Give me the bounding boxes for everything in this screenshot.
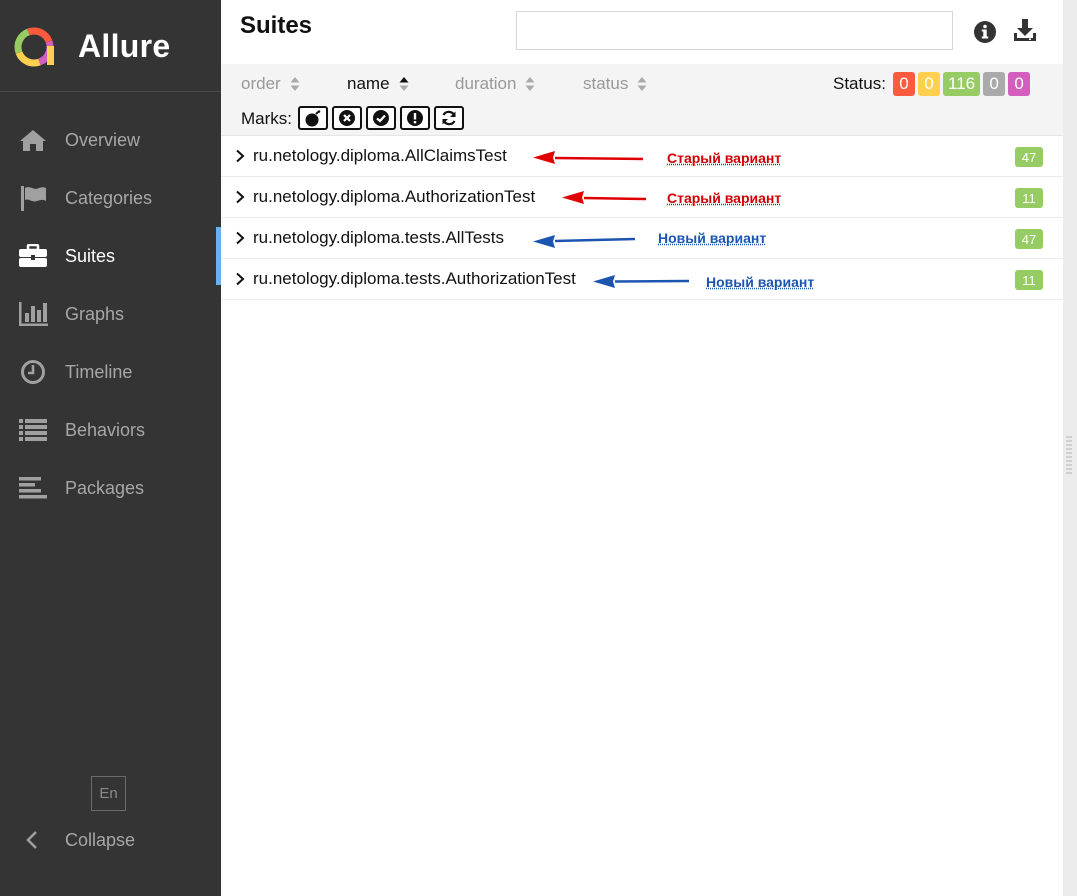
sorter-label: status [583, 74, 629, 93]
status-badge-skipped[interactable]: 0 [983, 72, 1006, 96]
status-badge-broken[interactable]: 0 [918, 72, 940, 96]
suite-name: ru.netology.diploma.tests.AuthorizationT… [253, 269, 576, 288]
suite-row[interactable]: ru.netology.diploma.tests.AllTests 47 [221, 218, 1063, 259]
bar-chart-icon [18, 299, 48, 329]
sidebar-item-label: Behaviors [65, 420, 146, 440]
suites-toolbar: order name duration status Status: 0 0 1… [221, 64, 1063, 136]
refresh-icon [442, 110, 456, 126]
sort-asc-icon [399, 77, 409, 91]
home-icon [18, 125, 48, 155]
sidebar-item-label: Categories [65, 188, 153, 208]
suite-name: ru.netology.diploma.AllClaimsTest [253, 146, 507, 165]
annotation-arrow-red [562, 191, 647, 204]
sort-duration[interactable]: duration [455, 74, 535, 94]
briefcase-icon [18, 241, 48, 271]
times-circle-icon [339, 110, 355, 126]
suite-name: ru.netology.diploma.tests.AllTests [253, 228, 505, 247]
mark-new-passed-button[interactable] [366, 106, 396, 130]
align-left-icon [18, 473, 48, 503]
suite-count-badge: 47 [1015, 229, 1043, 249]
sort-icon [637, 77, 647, 91]
annotation-arrow-blue [533, 235, 636, 248]
clock-icon [18, 357, 48, 387]
info-icon [974, 21, 996, 43]
sidebar-item-behaviors[interactable]: Behaviors [0, 401, 221, 459]
collapse-button[interactable]: Collapse [0, 820, 221, 860]
sorter-label: name [347, 74, 390, 93]
suite-name: ru.netology.diploma.AuthorizationTest [253, 187, 536, 206]
exclamation-circle-icon [407, 110, 423, 126]
info-button[interactable] [971, 18, 999, 46]
chevron-right-icon [236, 190, 245, 204]
download-icon [1014, 19, 1036, 41]
list-icon [18, 415, 48, 445]
sidebar-item-label: Graphs [65, 304, 125, 324]
chevron-right-icon [236, 272, 245, 286]
sidebar-item-label: Packages [65, 478, 145, 498]
page-title: Suites [240, 12, 313, 39]
collapse-label: Collapse [65, 830, 136, 850]
chevron-right-icon [236, 149, 245, 163]
sidebar-item-categories[interactable]: Categories [0, 169, 221, 227]
annotation-arrow-blue [593, 275, 690, 288]
download-button[interactable] [1011, 16, 1039, 44]
sort-status[interactable]: status [583, 74, 647, 94]
sort-order[interactable]: order [241, 74, 300, 94]
sidebar-item-timeline[interactable]: Timeline [0, 343, 221, 401]
marks-filter [298, 106, 464, 130]
main-content: Suites order name duration status Status… [221, 0, 1063, 896]
check-circle-icon [373, 110, 389, 126]
sorter-label: order [241, 74, 281, 93]
status-filter-badges: 0 0 116 0 0 [893, 72, 1031, 96]
mark-retries-button[interactable] [434, 106, 464, 130]
status-badge-failed[interactable]: 0 [893, 72, 915, 96]
suite-count-badge: 11 [1015, 188, 1043, 208]
sidebar-item-overview[interactable]: Overview [0, 111, 221, 169]
status-badge-unknown[interactable]: 0 [1008, 72, 1031, 96]
sidebar-item-label: Overview [65, 130, 141, 150]
annotation-label: Новый вариант [706, 274, 815, 290]
annotation-arrow-red [533, 151, 644, 164]
suite-count-badge: 47 [1015, 147, 1043, 167]
status-filter-label: Status: [833, 74, 886, 93]
sidebar: Allure Overview Categories Suites Graphs [0, 0, 221, 896]
flag-icon [18, 183, 48, 213]
annotation-label: Новый вариант [658, 230, 767, 246]
language-button[interactable]: En [91, 776, 126, 811]
chevron-left-icon [26, 831, 37, 849]
sidebar-item-label: Timeline [65, 362, 133, 382]
mark-flaky-button[interactable] [298, 106, 328, 130]
sidebar-item-packages[interactable]: Packages [0, 459, 221, 517]
sidebar-nav: Overview Categories Suites Graphs Timeli… [0, 111, 221, 517]
brand: Allure [0, 0, 221, 92]
mark-new-failed-button[interactable] [332, 106, 362, 130]
sort-icon [525, 77, 535, 91]
brand-name: Allure [78, 28, 171, 64]
suite-count-badge: 11 [1015, 270, 1043, 290]
allure-logo-icon [14, 27, 54, 67]
search-input[interactable] [516, 11, 953, 50]
annotation-label: Старый вариант [667, 190, 782, 206]
sort-name[interactable]: name [347, 74, 409, 94]
bomb-icon [305, 110, 321, 127]
annotation-label: Старый вариант [667, 150, 782, 166]
sidebar-item-graphs[interactable]: Graphs [0, 285, 221, 343]
mark-new-broken-button[interactable] [400, 106, 430, 130]
sort-icon [290, 77, 300, 91]
sidebar-item-suites[interactable]: Suites [0, 227, 221, 285]
chevron-right-icon [236, 231, 245, 245]
pane-resize-handle[interactable] [1066, 436, 1072, 476]
sidebar-item-label: Suites [65, 246, 116, 266]
sorter-label: duration [455, 74, 517, 93]
marks-label: Marks: [241, 109, 292, 128]
status-badge-passed[interactable]: 116 [943, 72, 981, 96]
